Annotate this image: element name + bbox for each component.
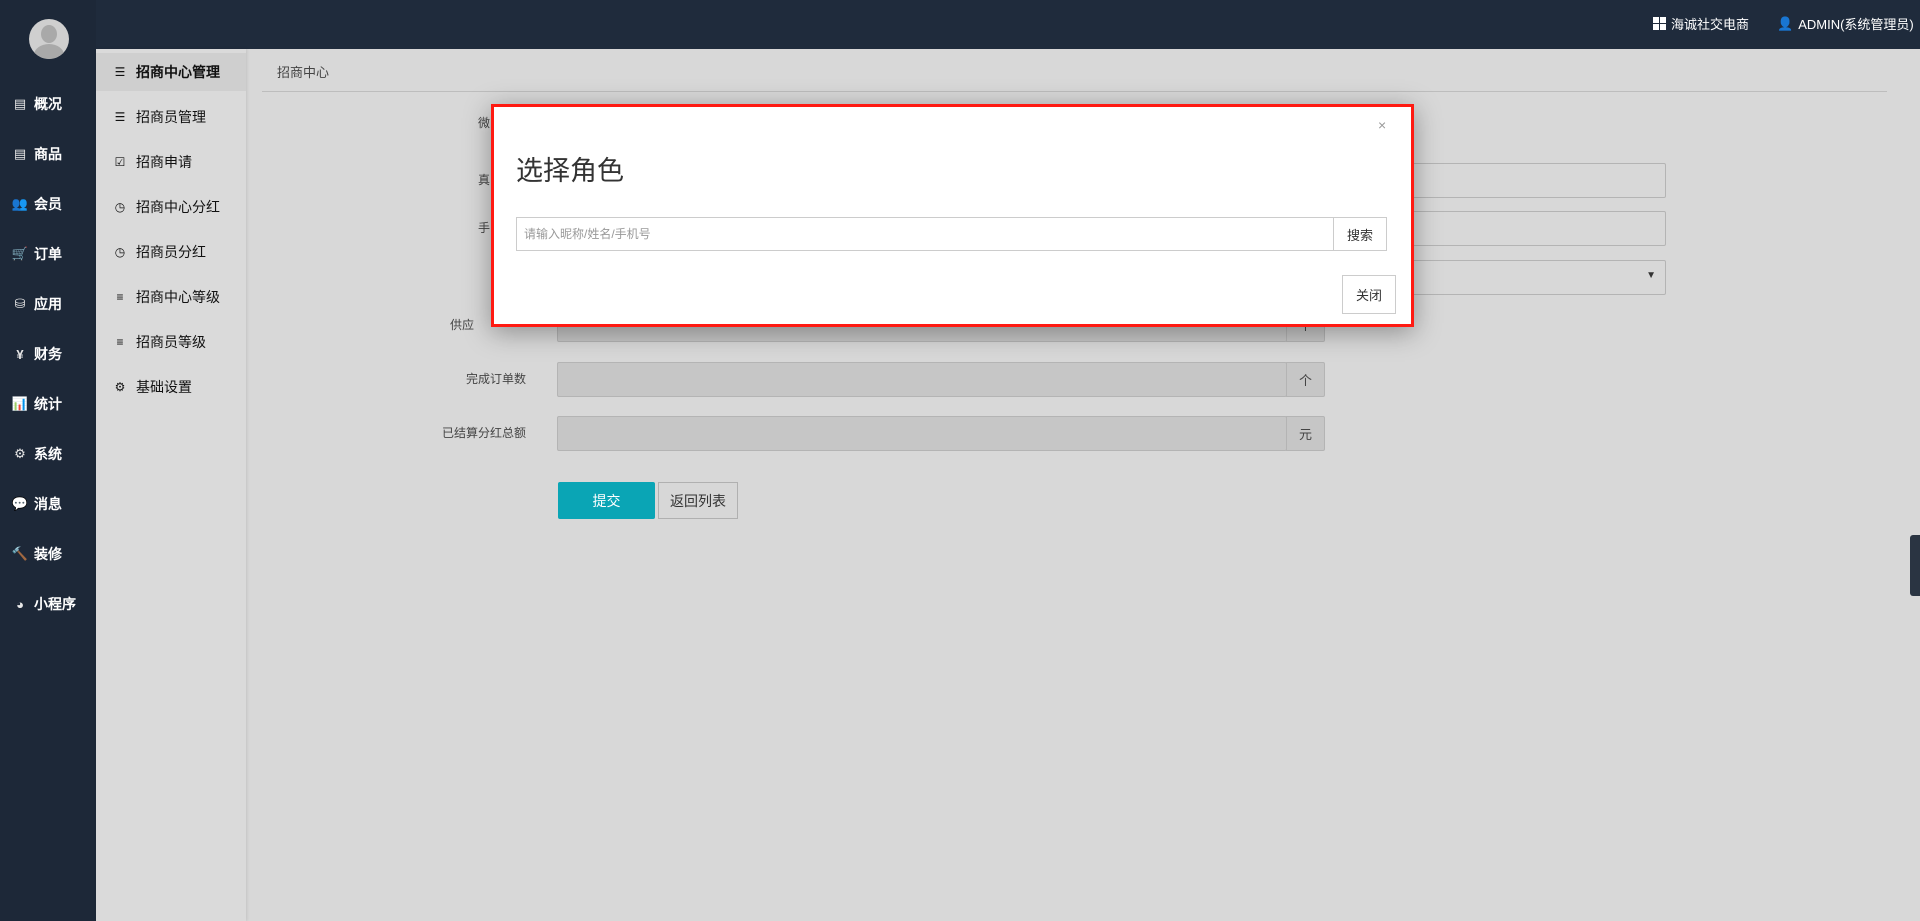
- check-square-icon: ☑: [114, 155, 126, 169]
- breadcrumb: 招商中心: [277, 65, 330, 80]
- back-to-list-button[interactable]: 返回列表: [658, 482, 738, 519]
- settled-dividend-label: 已结算分红总额: [442, 426, 527, 440]
- nav-item-6[interactable]: 📊 统计: [0, 384, 96, 424]
- nav-item-label: 系统: [34, 446, 62, 462]
- subnav-item-label: 招商申请: [136, 154, 192, 170]
- yen-icon: ¥: [16, 346, 24, 362]
- subnav-item-label: 基础设置: [136, 379, 192, 395]
- settled-dividend-input: [557, 416, 1287, 451]
- nav-item-label: 会员: [34, 196, 62, 212]
- nav-item-label: 财务: [34, 346, 62, 362]
- nav-item-5[interactable]: ¥ 财务: [0, 334, 96, 374]
- nav-item-label: 消息: [34, 496, 62, 512]
- field-label-phone: 手: [478, 221, 491, 235]
- dashboard-grid-icon: [1653, 17, 1666, 30]
- completed-orders-unit: 个: [1286, 362, 1325, 397]
- subnav-item-7[interactable]: ⚙ 基础设置: [96, 368, 246, 406]
- close-icon[interactable]: ×: [1378, 117, 1386, 133]
- select-role-modal: 选择角色 × 搜索 关闭: [491, 104, 1414, 327]
- gavel-icon: 🔨: [11, 546, 29, 561]
- settled-dividend-unit: 元: [1286, 416, 1325, 451]
- sub-sidebar: ☰ 招商中心管理 ☰ 招商员管理 ☑ 招商申请 ◷ 招商中心分红 ◷ 招商员分红 ≡ 招商中心等级 ≡ 招…: [96, 49, 246, 921]
- nav-item-label: 订单: [34, 246, 62, 262]
- subnav-item-4[interactable]: ◷ 招商员分红: [96, 233, 246, 271]
- users-icon: 👥: [11, 196, 29, 211]
- subnav-item-label: 招商员管理: [136, 109, 206, 125]
- archive-icon: ▤: [13, 146, 27, 161]
- subnav-item-1[interactable]: ☰ 招商员管理: [96, 98, 246, 136]
- subnav-item-label: 招商中心等级: [136, 289, 220, 305]
- nav-item-3[interactable]: 🛒 订单: [0, 234, 96, 274]
- nav-item-1[interactable]: ▤ 商品: [0, 134, 96, 174]
- subnav-item-2[interactable]: ☑ 招商申请: [96, 143, 246, 181]
- search-button[interactable]: 搜索: [1333, 217, 1387, 251]
- clock-icon: ◷: [114, 200, 126, 214]
- nav-item-label: 商品: [34, 146, 62, 162]
- field-label-supplier: 供应: [450, 318, 475, 332]
- completed-orders-label: 完成订单数: [466, 372, 527, 386]
- nav-item-8[interactable]: 💬 消息: [0, 484, 96, 524]
- nav-item-4[interactable]: ⛁ 应用: [0, 284, 96, 324]
- subnav-item-0[interactable]: ☰ 招商中心管理: [96, 53, 246, 91]
- cart-icon: 🛒: [11, 246, 29, 261]
- wechat-icon: ◕: [16, 596, 24, 612]
- subnav-item-5[interactable]: ≡ 招商中心等级: [96, 278, 246, 316]
- bar-chart-icon: 📊: [11, 396, 29, 411]
- comment-icon: 💬: [11, 496, 29, 511]
- subnav-item-3[interactable]: ◷ 招商中心分红: [96, 188, 246, 226]
- avatar[interactable]: [29, 19, 69, 59]
- shop-link[interactable]: 海诚社交电商: [1653, 14, 1749, 33]
- align-left-icon: ≡: [116, 290, 124, 304]
- field-label-realname: 真: [478, 173, 491, 187]
- close-button[interactable]: 关闭: [1342, 275, 1396, 314]
- submit-button[interactable]: 提交: [558, 482, 655, 519]
- archive-icon: ▤: [13, 96, 27, 111]
- subnav-item-label: 招商员分红: [136, 244, 206, 260]
- subnav-item-label: 招商员等级: [136, 334, 206, 350]
- subnav-item-6[interactable]: ≡ 招商员等级: [96, 323, 246, 361]
- nav-item-label: 应用: [34, 296, 62, 312]
- user-name: ADMIN(系统管理员): [1798, 17, 1914, 32]
- field-label-wechat: 微: [478, 116, 491, 130]
- modal-title: 选择角色: [516, 156, 624, 186]
- align-left-icon: ≡: [116, 335, 124, 349]
- subnav-item-label: 招商中心管理: [136, 64, 220, 80]
- clock-icon: ◷: [114, 245, 126, 259]
- user-menu[interactable]: 👤 ADMIN(系统管理员): [1777, 14, 1914, 33]
- list-icon: ☰: [114, 65, 126, 79]
- nav-item-label: 装修: [34, 546, 62, 562]
- nav-item-9[interactable]: 🔨 装修: [0, 534, 96, 574]
- side-widget-handle[interactable]: [1910, 535, 1920, 596]
- nav-item-7[interactable]: ⚙ 系统: [0, 434, 96, 474]
- nav-item-0[interactable]: ▤ 概况: [0, 84, 96, 124]
- subnav-item-label: 招商中心分红: [136, 199, 220, 215]
- nav-item-label: 概况: [34, 96, 62, 112]
- top-bar: 海诚社交电商 👤 ADMIN(系统管理员): [96, 0, 1920, 49]
- nav-item-label: 统计: [34, 396, 62, 412]
- search-input[interactable]: [516, 217, 1334, 251]
- main-sidebar: ▤ 概况 ▤ 商品 👥 会员 🛒 订单 ⛁ 应用 ¥ 财务 📊 统计 ⚙ 系统 💬 消息 🔨 装修 ◕ 小程序: [0, 0, 96, 921]
- cogs-icon: ⚙: [114, 380, 126, 394]
- list-icon: ☰: [114, 110, 126, 124]
- nav-item-2[interactable]: 👥 会员: [0, 184, 96, 224]
- shop-name: 海诚社交电商: [1671, 17, 1750, 32]
- nav-item-label: 小程序: [34, 596, 76, 612]
- divider: [262, 91, 1887, 92]
- cubes-icon: ⛁: [14, 296, 26, 311]
- completed-orders-input: [557, 362, 1287, 397]
- nav-item-10[interactable]: ◕ 小程序: [0, 584, 96, 624]
- chevron-down-icon: ▼: [1646, 270, 1656, 281]
- user-icon: 👤: [1777, 15, 1794, 31]
- cogs-icon: ⚙: [14, 446, 26, 461]
